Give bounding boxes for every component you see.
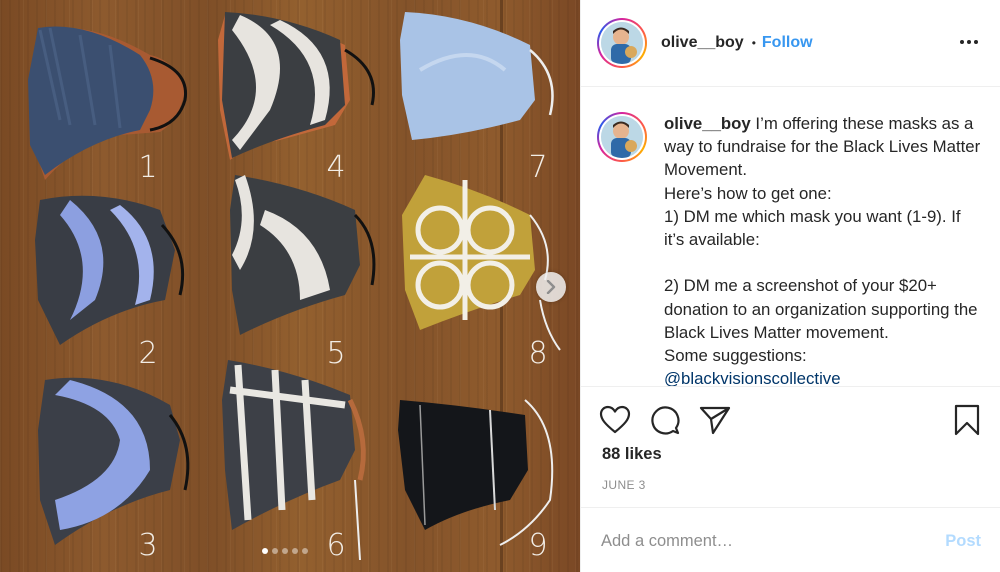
mask-number-2: 2 <box>138 336 158 371</box>
caption-line: Some suggestions: <box>664 346 807 366</box>
bookmark-icon <box>954 404 980 436</box>
post-date[interactable]: JUNE 3 <box>602 478 646 492</box>
mask-2 <box>35 195 185 345</box>
caption-text: olive__boy I’m offering these masks as a… <box>664 112 985 386</box>
mask-number-3: 3 <box>138 528 158 563</box>
caption-section: olive__boy I’m offering these masks as a… <box>581 88 1000 386</box>
avatar-image <box>601 116 643 158</box>
mask-8 <box>402 175 561 351</box>
mask-5 <box>230 175 376 335</box>
carousel-indicator <box>262 548 308 554</box>
more-options-icon <box>960 40 978 44</box>
carousel-dot <box>292 548 298 554</box>
mask-9 <box>398 399 554 546</box>
comment-form: Post <box>581 507 1000 572</box>
mask-number-8: 8 <box>528 336 548 371</box>
chevron-right-icon <box>546 280 556 294</box>
more-options-button[interactable] <box>957 30 981 54</box>
caption-line: 1) DM me which mask you want (1-9). If i… <box>664 206 961 250</box>
post-photo[interactable]: 1 2 3 4 5 6 7 8 9 <box>0 0 580 572</box>
post-side-panel: olive__boy • Follow olive__boy I’m offer… <box>580 0 1000 572</box>
share-icon <box>699 406 731 435</box>
mask-number-7: 7 <box>528 150 548 185</box>
carousel-dot <box>302 548 308 554</box>
follow-button[interactable]: Follow <box>762 34 813 52</box>
avatar[interactable] <box>597 18 647 68</box>
avatar-image <box>601 22 643 64</box>
caption-mention-link[interactable]: @blackvisionscollective <box>664 367 985 386</box>
caption-avatar[interactable] <box>597 112 647 162</box>
mask-number-5: 5 <box>326 336 346 371</box>
comment-button[interactable] <box>649 404 681 436</box>
masks-illustration <box>28 12 561 561</box>
save-button[interactable] <box>951 404 983 436</box>
header-username[interactable]: olive__boy <box>661 34 744 52</box>
header-separator: • <box>751 36 756 50</box>
carousel-dot <box>272 548 278 554</box>
caption-username[interactable]: olive__boy <box>664 114 751 133</box>
comment-input[interactable] <box>601 528 921 554</box>
likes-count[interactable]: 88 likes <box>602 445 662 464</box>
carousel-next-button[interactable] <box>536 272 566 302</box>
caption-line: 2) DM me a screenshot of your $20+ donat… <box>664 276 978 342</box>
post-header: olive__boy • Follow <box>581 0 1000 87</box>
mask-number-4: 4 <box>326 150 346 185</box>
share-button[interactable] <box>699 404 731 436</box>
carousel-dot <box>282 548 288 554</box>
post-actions: 88 likes JUNE 3 <box>581 386 1000 510</box>
carousel-dot <box>262 548 268 554</box>
mask-3 <box>38 377 190 545</box>
mask-7 <box>400 12 554 140</box>
like-button[interactable] <box>599 404 631 436</box>
heart-icon <box>599 405 631 434</box>
mask-4 <box>218 12 375 160</box>
comment-icon <box>651 406 680 435</box>
caption-line: Here’s how to get one: <box>664 183 832 203</box>
mask-number-9: 9 <box>528 528 548 563</box>
post-comment-button[interactable]: Post <box>945 532 981 551</box>
mask-number-6: 6 <box>326 528 346 563</box>
mask-number-1: 1 <box>138 150 158 185</box>
